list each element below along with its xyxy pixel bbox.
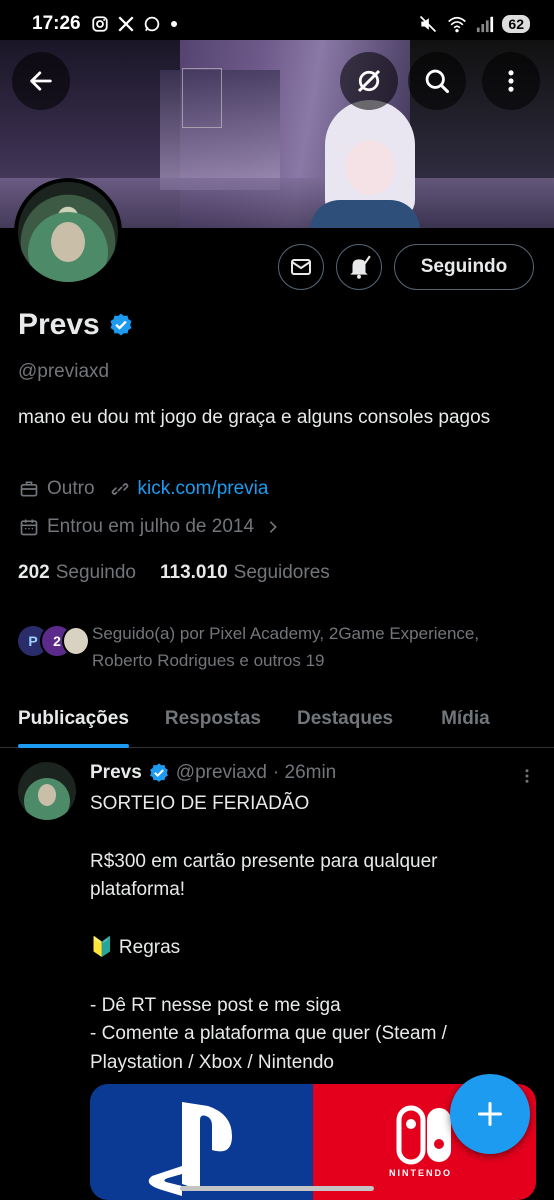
banner-character-body (310, 200, 420, 228)
status-notification-icons (91, 15, 179, 33)
notifications-button[interactable] (336, 244, 382, 290)
tab-destaques[interactable]: Destaques (297, 690, 393, 748)
following-button[interactable]: Seguindo (394, 244, 534, 290)
post-text: SORTEIO DE FERIADÃO R$300 em cartão pres… (90, 793, 447, 1074)
search-icon (425, 69, 450, 94)
compose-post-button[interactable] (450, 1074, 530, 1154)
tab-midia[interactable]: Mídia (441, 690, 490, 748)
following-label: Seguindo (55, 562, 136, 583)
status-time: 17:26 (32, 13, 81, 34)
signal-icon (477, 16, 494, 33)
bell-check-icon (350, 255, 371, 279)
following-stat[interactable]: 202 Seguindo (18, 562, 136, 584)
followed-by-text: Seguido(a) por Pixel Academy, 2Game Expe… (92, 624, 480, 670)
post-author-name[interactable]: Prevs (90, 762, 142, 784)
status-bar: 17:26 62 (0, 0, 554, 48)
chevron-right-icon (262, 516, 284, 538)
back-button[interactable] (12, 52, 70, 110)
display-name-row: Prevs (18, 308, 134, 342)
post-author-handle: @previaxd (175, 762, 267, 783)
following-count: 202 (18, 562, 50, 583)
nintendo-switch-logo-icon (396, 1105, 451, 1165)
more-vertical-icon (508, 70, 514, 92)
more-options-button[interactable] (482, 52, 540, 110)
profile-meta-row: Outro kick.com/previa (18, 478, 268, 500)
grok-button[interactable] (340, 52, 398, 110)
followed-by-row[interactable]: P 2 Seguido(a) por Pixel Academy, 2Game … (16, 620, 532, 674)
verified-badge-icon (149, 763, 168, 782)
profile-website-link[interactable]: kick.com/previa (138, 478, 269, 500)
briefcase-icon (18, 478, 40, 500)
grok-icon (357, 69, 381, 93)
profile-joined-row[interactable]: Entrou em julho de 2014 (18, 516, 291, 538)
whatsapp-icon (144, 16, 159, 32)
calendar-icon (18, 516, 40, 538)
message-button[interactable] (278, 244, 324, 290)
battery-indicator: 62 (502, 15, 530, 33)
profile-tabs: Publicações Respostas Destaques Mídia (0, 690, 554, 748)
mail-icon (291, 259, 311, 275)
profile-avatar[interactable] (14, 178, 122, 286)
playstation-image (90, 1084, 313, 1200)
x-icon (118, 16, 134, 32)
display-name: Prevs (18, 308, 100, 341)
instagram-icon (91, 16, 108, 32)
wifi-icon (448, 16, 467, 33)
follower-avatar (62, 626, 90, 656)
nintendo-caption: NINTENDO (389, 1168, 452, 1178)
banner-logo (182, 68, 222, 128)
profile-joined-date: Entrou em julho de 2014 (47, 516, 255, 537)
banner-character-face (345, 140, 395, 195)
followers-count: 113.010 (160, 562, 228, 583)
verified-badge-icon[interactable] (108, 312, 134, 338)
post-more-button[interactable] (518, 766, 536, 791)
followers-stat[interactable]: 113.010 Seguidores (160, 562, 330, 584)
follow-stats: 202 Seguindo 113.010 Seguidores (18, 562, 330, 584)
avatar-face (51, 222, 85, 262)
profile-handle: @previaxd (18, 361, 110, 382)
back-arrow-icon (30, 71, 52, 91)
status-system-icons: 62 (418, 14, 530, 34)
post-timestamp: · 26min (272, 762, 337, 783)
more-vertical-icon (525, 769, 529, 783)
link-icon (109, 478, 131, 500)
playstation-logo-icon (148, 1102, 232, 1196)
dot-icon (170, 21, 177, 27)
post-avatar-face (38, 784, 56, 806)
post-avatar[interactable] (18, 762, 76, 820)
followed-by-avatars: P 2 (16, 620, 90, 660)
followers-label: Seguidores (233, 562, 330, 583)
mute-icon (420, 15, 437, 33)
home-indicator[interactable] (180, 1186, 374, 1191)
tab-respostas[interactable]: Respostas (165, 690, 261, 748)
profile-category: Outro (47, 478, 95, 499)
post-header: Prevs @previaxd · 26min (90, 762, 336, 784)
tab-publicacoes[interactable]: Publicações (18, 690, 129, 748)
profile-bio: mano eu dou mt jogo de graça e alguns co… (18, 407, 491, 428)
plus-icon (477, 1101, 503, 1127)
search-button[interactable] (408, 52, 466, 110)
